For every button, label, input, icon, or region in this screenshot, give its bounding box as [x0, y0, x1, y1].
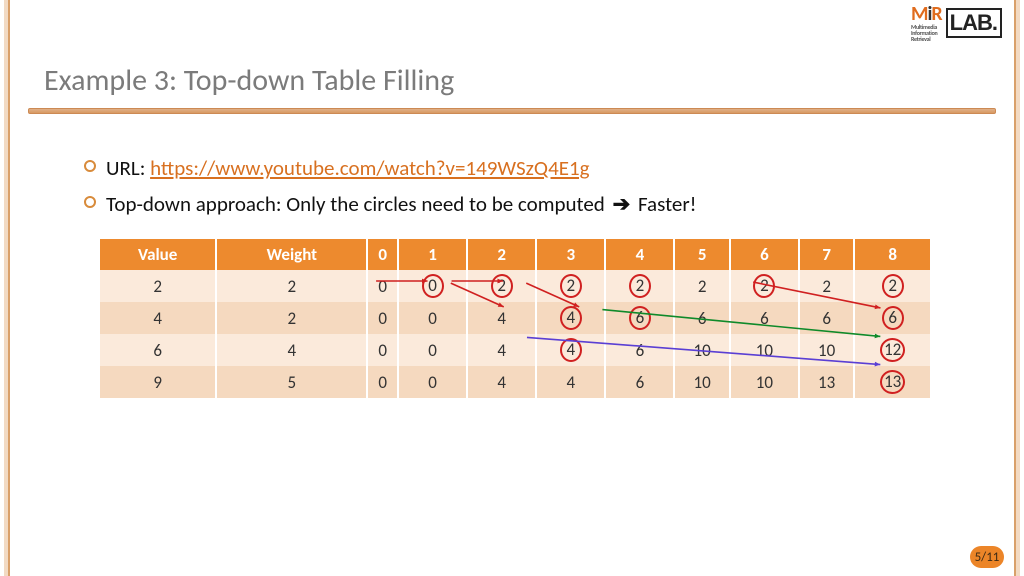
cell-cap: 6 [605, 366, 674, 398]
cell-cap: 4 [536, 366, 605, 398]
cell-cap: 2 [799, 270, 854, 302]
cell-weight: 5 [216, 366, 367, 398]
cell-cap: 0 [367, 366, 398, 398]
col-header-value: Value [100, 239, 216, 270]
dp-table-container: ValueWeight012345678 2200222222242004466… [100, 239, 930, 398]
circled-value: 2 [491, 274, 513, 298]
cell-cap: 6 [605, 334, 674, 366]
cell-cap: 10 [674, 366, 729, 398]
col-header-cap-2: 2 [467, 239, 536, 270]
col-header-weight: Weight [216, 239, 367, 270]
circled-value: 4 [560, 338, 582, 362]
cell-cap: 0 [398, 270, 467, 302]
logo: MiR MultimediaInformationRetrieval LAB. [911, 4, 1002, 42]
cell-cap: 2 [730, 270, 799, 302]
cell-weight: 2 [216, 302, 367, 334]
cell-cap: 4 [536, 334, 605, 366]
cell-value: 9 [100, 366, 216, 398]
circled-value: 13 [880, 370, 905, 394]
circled-value: 4 [560, 306, 582, 330]
cell-cap: 0 [398, 302, 467, 334]
url-link[interactable]: https://www.youtube.com/watch?v=149WSzQ4… [150, 155, 589, 181]
cell-cap: 6 [605, 302, 674, 334]
bullet-marker-icon [84, 160, 96, 172]
col-header-cap-3: 3 [536, 239, 605, 270]
cell-cap: 0 [367, 270, 398, 302]
logo-lab: LAB. [946, 8, 1002, 38]
circled-value: 0 [422, 274, 444, 298]
table-row: 22002222222 [100, 270, 930, 302]
cell-cap: 2 [467, 270, 536, 302]
title-rule [28, 108, 996, 114]
slide-title: Example 3: Top-down Table Filling [44, 62, 454, 99]
url-label: URL: [106, 155, 150, 181]
cell-cap: 0 [367, 334, 398, 366]
cell-cap: 13 [854, 366, 930, 398]
cell-cap: 13 [799, 366, 854, 398]
bullet-url: URL: https://www.youtube.com/watch?v=149… [84, 155, 984, 181]
approach-text-pre: Top-down approach: Only the circles need… [106, 191, 610, 217]
cell-cap: 6 [799, 302, 854, 334]
circled-value: 2 [753, 274, 775, 298]
cell-cap: 2 [536, 270, 605, 302]
cell-cap: 6 [730, 302, 799, 334]
bullet-approach: Top-down approach: Only the circles need… [84, 191, 984, 217]
cell-weight: 4 [216, 334, 367, 366]
logo-mir: MiR [911, 4, 942, 24]
cell-cap: 4 [467, 334, 536, 366]
cell-value: 6 [100, 334, 216, 366]
cell-cap: 10 [730, 366, 799, 398]
cell-cap: 4 [536, 302, 605, 334]
cell-cap: 2 [674, 270, 729, 302]
circled-value: 2 [560, 274, 582, 298]
cell-cap: 2 [854, 270, 930, 302]
circled-value: 6 [629, 306, 651, 330]
cell-weight: 2 [216, 270, 367, 302]
circled-value: 2 [629, 274, 651, 298]
bullet-list: URL: https://www.youtube.com/watch?v=149… [44, 155, 984, 227]
circled-value: 6 [882, 306, 904, 330]
cell-cap: 6 [674, 302, 729, 334]
cell-cap: 10 [730, 334, 799, 366]
cell-cap: 10 [674, 334, 729, 366]
cell-cap: 0 [398, 334, 467, 366]
cell-cap: 10 [799, 334, 854, 366]
cell-cap: 4 [467, 366, 536, 398]
arrow-right-icon: ➔ [610, 191, 634, 217]
approach-text-post: Faster! [633, 191, 696, 217]
circled-value: 2 [882, 274, 904, 298]
col-header-cap-5: 5 [674, 239, 729, 270]
col-header-cap-7: 7 [799, 239, 854, 270]
dp-table: ValueWeight012345678 2200222222242004466… [100, 239, 930, 398]
cell-cap: 6 [854, 302, 930, 334]
logo-mir-sub: MultimediaInformationRetrieval [911, 24, 937, 42]
cell-value: 2 [100, 270, 216, 302]
cell-cap: 2 [605, 270, 674, 302]
col-header-cap-6: 6 [730, 239, 799, 270]
col-header-cap-1: 1 [398, 239, 467, 270]
cell-cap: 4 [467, 302, 536, 334]
col-header-cap-0: 0 [367, 239, 398, 270]
circled-value: 12 [880, 338, 905, 362]
page-number: 5/11 [970, 546, 1004, 568]
table-row: 640044610101012 [100, 334, 930, 366]
cell-cap: 12 [854, 334, 930, 366]
col-header-cap-8: 8 [854, 239, 930, 270]
cell-value: 4 [100, 302, 216, 334]
table-row: 42004466666 [100, 302, 930, 334]
cell-cap: 0 [367, 302, 398, 334]
col-header-cap-4: 4 [605, 239, 674, 270]
cell-cap: 0 [398, 366, 467, 398]
bullet-marker-icon [84, 196, 96, 208]
table-row: 950044610101313 [100, 366, 930, 398]
